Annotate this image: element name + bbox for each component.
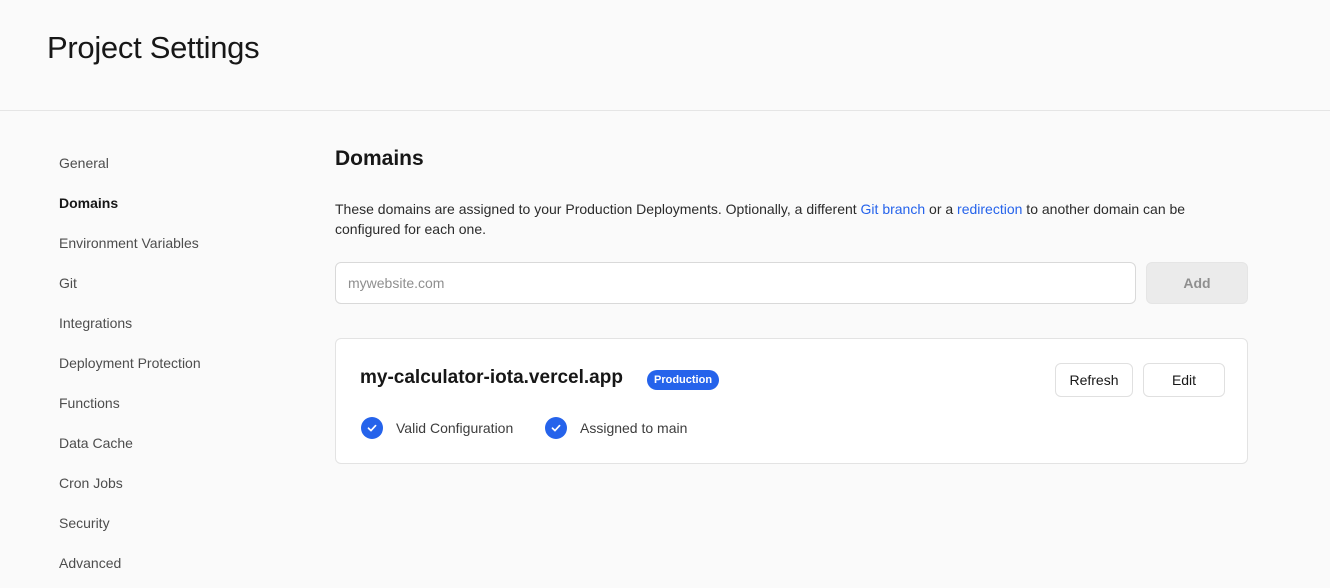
sidebar-item-git[interactable]: Git xyxy=(59,263,279,303)
sidebar-item-deployment-protection[interactable]: Deployment Protection xyxy=(59,343,279,383)
section-description: These domains are assigned to your Produ… xyxy=(335,199,1235,239)
sidebar-item-general[interactable]: General xyxy=(59,143,279,183)
domain-input[interactable] xyxy=(335,262,1136,304)
settings-sidebar: General Domains Environment Variables Gi… xyxy=(59,143,279,583)
sidebar-item-cron-jobs[interactable]: Cron Jobs xyxy=(59,463,279,503)
sidebar-item-integrations[interactable]: Integrations xyxy=(59,303,279,343)
page-title: Project Settings xyxy=(47,30,260,65)
domain-name-link[interactable]: my-calculator-iota.vercel.app xyxy=(360,367,623,389)
status-label: Assigned to main xyxy=(580,420,688,436)
git-branch-link[interactable]: Git branch xyxy=(861,201,926,217)
refresh-button[interactable]: Refresh xyxy=(1055,363,1133,397)
redirection-link[interactable]: redirection xyxy=(957,201,1022,217)
status-label: Valid Configuration xyxy=(396,420,514,436)
page-header: Project Settings xyxy=(0,0,1330,111)
sidebar-item-security[interactable]: Security xyxy=(59,503,279,543)
sidebar-item-data-cache[interactable]: Data Cache xyxy=(59,423,279,463)
sidebar-item-domains[interactable]: Domains xyxy=(59,183,279,223)
add-domain-button[interactable]: Add xyxy=(1146,262,1248,304)
status-valid-configuration: Valid Configuration xyxy=(361,417,513,439)
domains-section: Domains These domains are assigned to yo… xyxy=(335,143,1248,464)
sidebar-item-functions[interactable]: Functions xyxy=(59,383,279,423)
check-circle-icon xyxy=(545,417,567,439)
section-title: Domains xyxy=(335,147,424,170)
edit-button[interactable]: Edit xyxy=(1143,363,1225,397)
sidebar-item-environment-variables[interactable]: Environment Variables xyxy=(59,223,279,263)
production-badge: Production xyxy=(647,370,720,390)
description-text-1: These domains are assigned to your Produ… xyxy=(335,201,861,217)
domain-card: my-calculator-iota.vercel.app Production… xyxy=(335,338,1248,464)
check-circle-icon xyxy=(361,417,383,439)
description-text-2: or a xyxy=(925,201,958,217)
add-domain-row: Add xyxy=(335,262,1248,304)
sidebar-item-advanced[interactable]: Advanced xyxy=(59,543,279,583)
status-assigned-branch: Assigned to main xyxy=(545,417,687,439)
